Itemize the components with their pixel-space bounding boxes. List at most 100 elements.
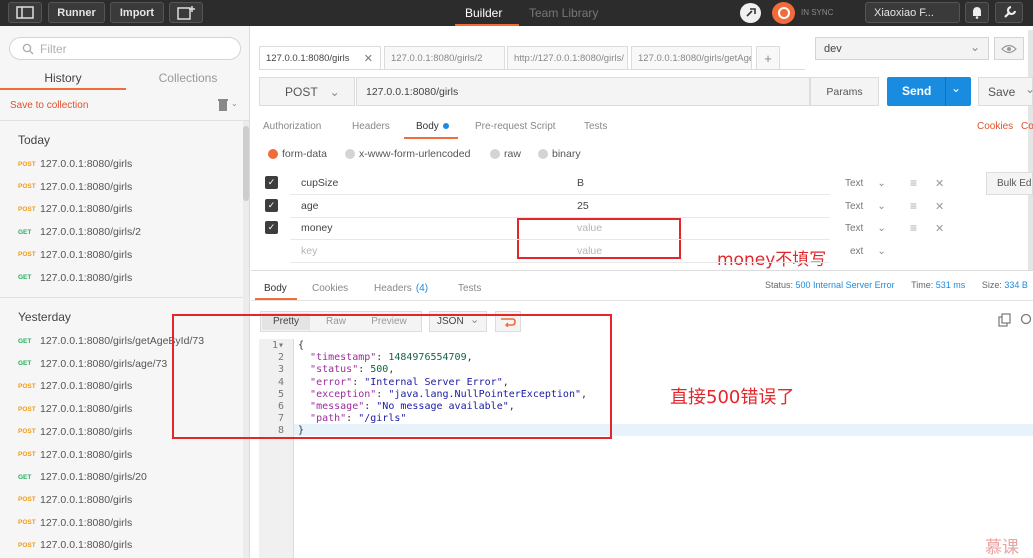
runner-button[interactable]: Runner xyxy=(48,2,105,23)
line-number: 1▾ xyxy=(271,340,284,351)
form-key-input[interactable]: key xyxy=(301,242,317,260)
save-to-collection-link[interactable]: Save to collection xyxy=(10,100,88,111)
delete-row-icon[interactable]: ✕ xyxy=(935,219,944,237)
delete-row-icon[interactable]: ✕ xyxy=(935,197,944,215)
filter-input[interactable]: Filter xyxy=(9,37,241,60)
tab-history[interactable]: History xyxy=(0,65,126,90)
radio-form-data[interactable] xyxy=(268,149,278,159)
new-window-button[interactable] xyxy=(169,2,203,23)
history-item[interactable]: POST 127.0.0.1:8080/girls xyxy=(0,444,243,466)
request-tab[interactable]: 127.0.0.1:8080/girls/getAge xyxy=(631,46,752,70)
form-type-select[interactable]: Text ⌄ xyxy=(845,174,886,192)
tab-tests[interactable]: Tests xyxy=(584,117,607,135)
tab-body[interactable]: Body xyxy=(416,117,449,135)
tab-response-cookies[interactable]: Cookies xyxy=(312,279,348,297)
row-checkbox[interactable]: ✓ xyxy=(265,221,278,234)
drag-handle-icon[interactable]: ≡ xyxy=(910,174,917,192)
send-button[interactable]: Send ⌄ xyxy=(887,77,971,106)
close-icon[interactable]: ✕ xyxy=(364,52,373,65)
json-key: "status" xyxy=(310,364,359,376)
notifications-button[interactable] xyxy=(965,2,989,23)
tab-pre-request-script[interactable]: Pre-request Script xyxy=(475,117,556,135)
code-link[interactable]: Co xyxy=(1021,117,1033,135)
watermark-text: 慕课 xyxy=(985,538,1019,558)
environment-select[interactable]: dev ⌄ xyxy=(815,37,989,60)
tab-response-body[interactable]: Body xyxy=(264,279,287,297)
sidebar-scroll-thumb[interactable] xyxy=(243,126,249,201)
chevron-down-icon[interactable]: ⌄ xyxy=(951,81,961,95)
line-number: 6 xyxy=(277,401,284,412)
request-tab[interactable]: http://127.0.0.1:8080/girls/ xyxy=(507,46,628,70)
delete-row-icon[interactable]: ✕ xyxy=(935,174,944,192)
history-item[interactable]: POST 127.0.0.1:8080/girls xyxy=(0,244,243,266)
copy-icon[interactable] xyxy=(998,313,1012,330)
form-type-select[interactable]: ext ⌄ xyxy=(850,242,886,260)
request-tab[interactable]: 127.0.0.1:8080/girls/2 xyxy=(384,46,505,70)
method-select[interactable]: POST ⌄ xyxy=(259,77,355,106)
request-tab-active[interactable]: 127.0.0.1:8080/girls ✕ xyxy=(259,46,381,70)
tab-collections[interactable]: Collections xyxy=(126,65,249,90)
bulk-edit-button[interactable]: Bulk Edi xyxy=(986,172,1033,195)
history-item[interactable]: POST 127.0.0.1:8080/girls xyxy=(0,153,243,175)
form-value-input[interactable]: value xyxy=(577,219,602,237)
history-item[interactable]: POST 127.0.0.1:8080/girls xyxy=(0,512,243,534)
drag-handle-icon[interactable]: ≡ xyxy=(910,219,917,237)
tab-headers[interactable]: Headers xyxy=(352,117,390,135)
tab-builder[interactable]: Builder xyxy=(465,0,502,26)
cookies-link[interactable]: Cookies xyxy=(977,117,1013,135)
import-button[interactable]: Import xyxy=(110,2,164,23)
interceptor-icon[interactable] xyxy=(740,3,761,23)
save-button[interactable]: Save ⌄ xyxy=(978,77,1033,106)
trash-icon[interactable] xyxy=(217,98,229,114)
radio-urlencoded[interactable] xyxy=(345,149,355,159)
radio-raw[interactable] xyxy=(490,149,500,159)
form-key-input[interactable]: cupSize xyxy=(301,174,338,192)
chevron-down-icon[interactable]: ⌄ xyxy=(1025,82,1033,96)
sidebar-toggle-button[interactable] xyxy=(8,2,42,23)
tab-authorization[interactable]: Authorization xyxy=(263,117,321,135)
url-input[interactable]: 127.0.0.1:8080/girls xyxy=(356,77,810,106)
tab-team-library[interactable]: Team Library xyxy=(529,0,598,26)
history-item[interactable]: POST 127.0.0.1:8080/girls xyxy=(0,198,243,220)
history-item[interactable]: POST 127.0.0.1:8080/girls xyxy=(0,176,243,198)
form-key-input[interactable]: age xyxy=(301,197,319,215)
radio-binary[interactable] xyxy=(538,149,548,159)
user-name: Xiaoxiao F... xyxy=(874,6,934,19)
history-item[interactable]: POST 127.0.0.1:8080/girls xyxy=(0,534,243,556)
user-menu-button[interactable]: Xiaoxiao F... xyxy=(865,2,960,23)
form-value-input[interactable]: 25 xyxy=(577,197,589,215)
row-checkbox[interactable]: ✓ xyxy=(265,199,278,212)
time-value: 531 ms xyxy=(935,280,966,290)
drag-handle-icon[interactable]: ≡ xyxy=(910,197,917,215)
chevron-down-icon: ⌄ xyxy=(329,84,340,99)
tabs-bottom-line xyxy=(259,69,805,70)
wrench-icon xyxy=(1003,6,1016,18)
code-line: "path": "/girls" xyxy=(310,413,407,425)
form-key-input[interactable]: money xyxy=(301,219,333,237)
history-item[interactable]: GET 127.0.0.1:8080/girls/20 xyxy=(0,466,243,488)
tab-response-tests[interactable]: Tests xyxy=(458,279,481,297)
json-key: "timestamp" xyxy=(310,352,377,364)
history-item[interactable]: GET 127.0.0.1:8080/girls/2 xyxy=(0,221,243,243)
form-type-value: Text xyxy=(845,222,864,234)
form-type-select[interactable]: Text ⌄ xyxy=(845,219,886,237)
url-value: 127.0.0.1:8080/girls xyxy=(366,85,459,98)
history-item[interactable]: GET 127.0.0.1:8080/girls xyxy=(0,267,243,289)
json-value: "No message available" xyxy=(376,401,509,412)
tab-response-headers[interactable]: Headers (4) xyxy=(374,279,428,297)
form-value-input[interactable]: B xyxy=(577,174,584,192)
settings-button[interactable] xyxy=(995,2,1023,23)
chevron-down-icon[interactable]: ⌄ xyxy=(231,99,238,108)
sidebar-toggle-icon xyxy=(16,6,34,19)
search-icon[interactable] xyxy=(1020,313,1033,330)
form-value-input[interactable]: value xyxy=(577,242,602,260)
status-label: Status: xyxy=(765,280,794,290)
quick-look-button[interactable] xyxy=(994,37,1024,60)
form-type-select[interactable]: Text ⌄ xyxy=(845,197,886,215)
new-tab-button[interactable]: + xyxy=(756,46,780,70)
row-checkbox[interactable]: ✓ xyxy=(265,176,278,189)
params-button[interactable]: Params xyxy=(810,77,879,106)
sync-icon[interactable] xyxy=(772,2,795,24)
method-badge: POST xyxy=(18,405,36,413)
history-item[interactable]: POST 127.0.0.1:8080/girls xyxy=(0,489,243,511)
